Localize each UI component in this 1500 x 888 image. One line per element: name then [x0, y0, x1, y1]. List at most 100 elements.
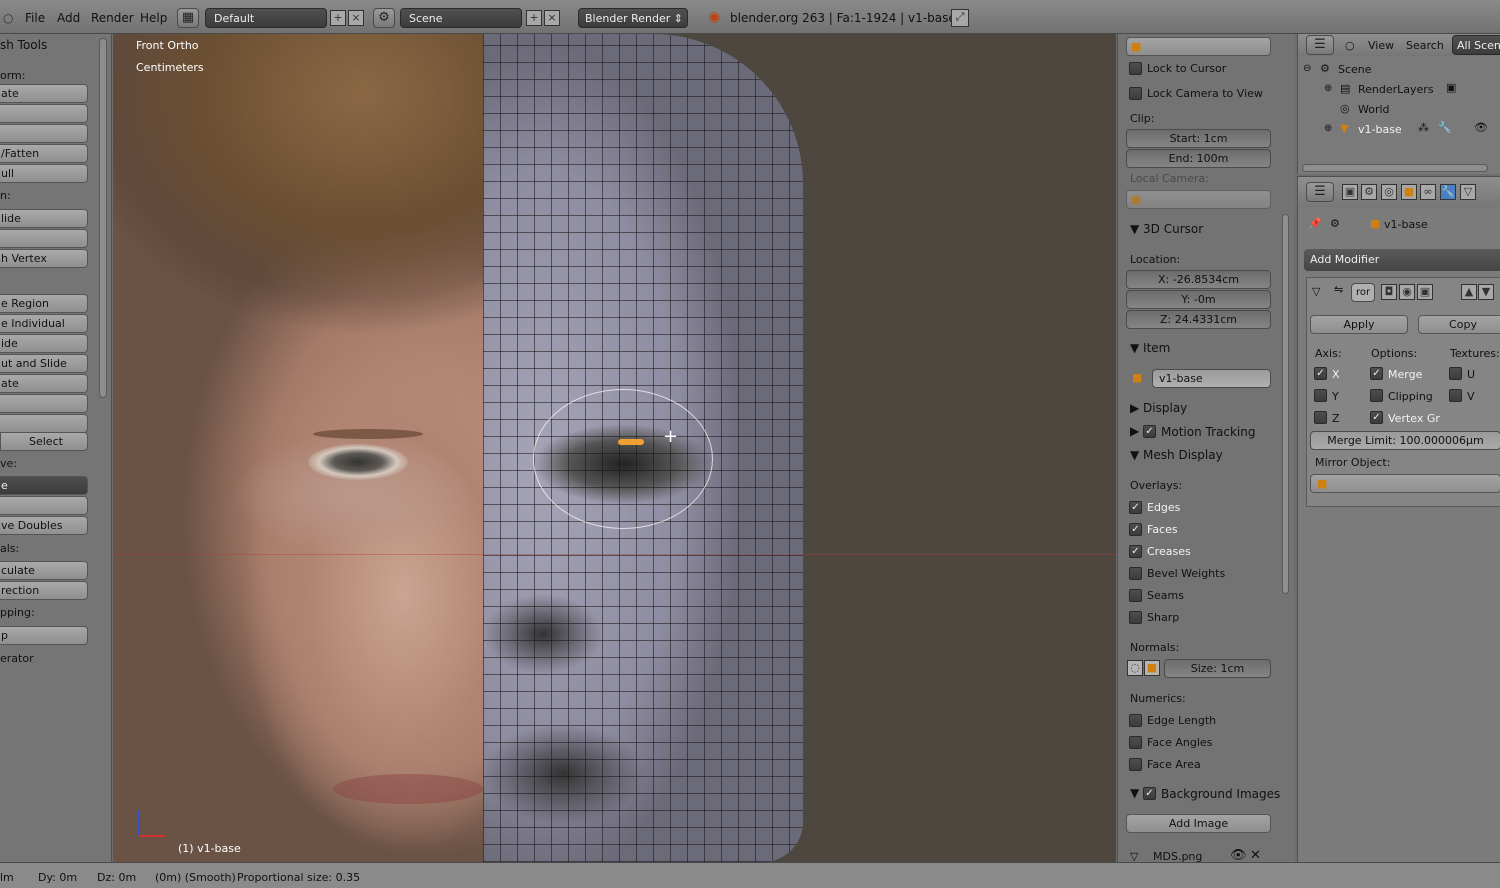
toolshelf-button[interactable]: h Vertex	[0, 249, 88, 268]
add-image-button[interactable]: Add Image	[1126, 814, 1271, 833]
lock-camera-checkbox[interactable]	[1129, 87, 1142, 100]
lock-cursor-checkbox[interactable]	[1129, 62, 1142, 75]
outliner-view-menu[interactable]: View	[1368, 39, 1394, 52]
toolshelf-button[interactable]	[0, 394, 88, 413]
fullscreen-icon[interactable]: ⤢	[951, 9, 969, 27]
visibility-eye-icon[interactable]: 👁	[1474, 121, 1488, 134]
add-layout-icon[interactable]: +	[330, 10, 346, 26]
menu-render[interactable]: Render	[91, 11, 134, 25]
outliner-render-layers[interactable]: RenderLayers	[1358, 83, 1434, 96]
eye-icon[interactable]: 👁	[1230, 848, 1247, 863]
expand-icon[interactable]: ⊕	[1324, 123, 1332, 134]
menu-expand-icon[interactable]: ○	[3, 11, 13, 25]
menu-add[interactable]: Add	[57, 11, 80, 25]
outliner-search-menu[interactable]: Search	[1406, 39, 1444, 52]
normal-size-field[interactable]: Size: 1cm	[1164, 659, 1271, 678]
menu-help[interactable]: Help	[140, 11, 167, 25]
cursor-y-field[interactable]: Y: -0m	[1126, 290, 1271, 309]
pin-icon[interactable]: 📌	[1308, 217, 1322, 230]
toolshelf-button[interactable]: p	[0, 626, 88, 645]
modifier-tab-icon[interactable]: 🔧	[1440, 184, 1456, 200]
camera-object-field[interactable]: ■	[1126, 37, 1271, 56]
texture-u-checkbox[interactable]	[1449, 367, 1462, 380]
mesh-half-face[interactable]: +	[483, 34, 803, 862]
local-camera-field[interactable]: ■	[1126, 190, 1271, 209]
cursor-x-field[interactable]: X: -26.8534cm	[1126, 270, 1271, 289]
3d-viewport[interactable]: + Front Ortho Centimeters (1) v1-base	[113, 34, 1116, 862]
face-angles-checkbox[interactable]	[1129, 736, 1142, 749]
delete-scene-icon[interactable]: ×	[544, 10, 560, 26]
outliner-scene[interactable]: Scene	[1338, 63, 1372, 76]
collapse-icon[interactable]: ⊖	[1303, 63, 1311, 74]
edge-length-checkbox[interactable]	[1129, 714, 1142, 727]
face-area-checkbox[interactable]	[1129, 758, 1142, 771]
toolshelf-button[interactable]: ide	[0, 334, 88, 353]
cursor-panel-header[interactable]: ▼ 3D Cursor	[1130, 222, 1203, 236]
axis-z-checkbox[interactable]	[1314, 411, 1327, 424]
toolshelf-button[interactable]	[0, 496, 88, 515]
toolshelf-button[interactable]: e Individual	[0, 314, 88, 333]
toolshelf-button[interactable]: ut and Slide	[0, 354, 88, 373]
render-toggle-icon[interactable]: ◘	[1381, 284, 1397, 300]
toolshelf-button[interactable]: /Fatten	[0, 144, 88, 163]
toolshelf-scrollbar[interactable]	[99, 38, 107, 398]
modifier-name-field[interactable]: ror	[1351, 283, 1375, 302]
toolshelf-button[interactable]: lide	[0, 209, 88, 228]
face-normals-icon[interactable]: ■	[1144, 660, 1160, 676]
scene-tab-icon[interactable]: ⚙	[1361, 184, 1377, 200]
close-icon[interactable]: ✕	[1250, 848, 1261, 863]
copy-button[interactable]: Copy	[1418, 315, 1500, 334]
outliner-world[interactable]: World	[1358, 103, 1390, 116]
screen-layout-field[interactable]: Default	[205, 8, 327, 28]
scene-field[interactable]: Scene	[400, 8, 522, 28]
seams-checkbox[interactable]	[1129, 589, 1142, 602]
vertex-normals-icon[interactable]: ◌	[1127, 660, 1143, 676]
toolshelf-button[interactable]: e	[0, 476, 88, 495]
cursor-z-field[interactable]: Z: 24.4331cm	[1126, 310, 1271, 329]
apply-button[interactable]: Apply	[1310, 315, 1408, 334]
axis-x-checkbox[interactable]: ✓	[1314, 367, 1327, 380]
edges-checkbox[interactable]: ✓	[1129, 501, 1142, 514]
toolshelf-button[interactable]: Select	[0, 432, 88, 451]
world-tab-icon[interactable]: ◎	[1381, 184, 1397, 200]
scene-icon[interactable]: ⚙	[373, 8, 395, 28]
merge-limit-field[interactable]: Merge Limit: 100.000006µm	[1310, 431, 1500, 450]
constraints-tab-icon[interactable]: ∞	[1420, 184, 1436, 200]
toolshelf-button[interactable]: ull	[0, 164, 88, 183]
npanel-scrollbar[interactable]	[1282, 214, 1289, 594]
bevel-weights-checkbox[interactable]	[1129, 567, 1142, 580]
display-panel-header[interactable]: ▶ Display	[1130, 401, 1187, 415]
toolshelf-button[interactable]	[0, 414, 88, 433]
screen-layout-icon[interactable]: ▦	[177, 8, 199, 28]
toolshelf-button[interactable]: ate	[0, 374, 88, 393]
toolshelf-button[interactable]: e Region	[0, 294, 88, 313]
toolshelf-button[interactable]: ate	[0, 84, 88, 103]
render-layer-icon[interactable]: ▣	[1446, 81, 1456, 94]
axis-y-checkbox[interactable]	[1314, 389, 1327, 402]
move-up-icon[interactable]: ▲	[1461, 284, 1477, 300]
toolshelf-button[interactable]	[0, 229, 88, 248]
add-scene-icon[interactable]: +	[526, 10, 542, 26]
mesh-display-header[interactable]: ▼ Mesh Display	[1130, 448, 1223, 462]
item-panel-header[interactable]: ▼ Item	[1130, 341, 1170, 355]
object-tab-icon[interactable]: ■	[1401, 184, 1417, 200]
toolshelf-button[interactable]: ve Doubles	[0, 516, 88, 535]
editor-type-icon[interactable]: ☰	[1306, 182, 1334, 202]
clipping-checkbox[interactable]	[1370, 389, 1383, 402]
clip-start-field[interactable]: Start: 1cm	[1126, 129, 1271, 148]
motion-tracking-checkbox[interactable]: ✓	[1143, 425, 1156, 438]
sharp-checkbox[interactable]	[1129, 611, 1142, 624]
display-mode-select[interactable]: All Scene	[1452, 35, 1500, 55]
add-modifier-menu[interactable]: Add Modifier	[1304, 249, 1500, 271]
item-name-field[interactable]: v1-base	[1152, 369, 1271, 388]
bg-images-header[interactable]: ▼	[1130, 786, 1139, 800]
render-engine-select[interactable]: Blender Render ⇕	[578, 8, 688, 28]
faces-checkbox[interactable]: ✓	[1129, 523, 1142, 536]
toolshelf-button[interactable]: rection	[0, 581, 88, 600]
render-tab-icon[interactable]: ▣	[1342, 184, 1358, 200]
expand-icon[interactable]: ⊕	[1324, 83, 1332, 94]
delete-layout-icon[interactable]: ×	[348, 10, 364, 26]
motion-tracking-header[interactable]: ▶	[1130, 424, 1139, 438]
toolshelf-button[interactable]	[0, 104, 88, 123]
clip-end-field[interactable]: End: 100m	[1126, 149, 1271, 168]
